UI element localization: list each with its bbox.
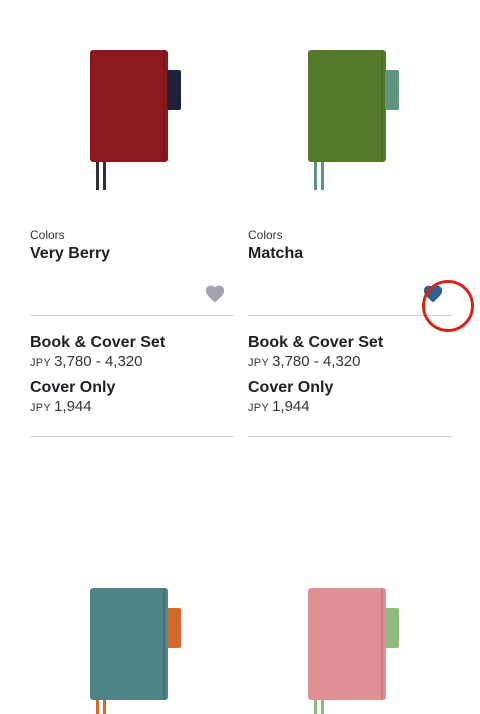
product-card[interactable]	[30, 500, 234, 714]
option-title: Book & Cover Set	[30, 334, 166, 351]
bookmark-ribbon	[321, 700, 324, 714]
product-card[interactable]: Colors Matcha Book & Cover Set JPY 3,780 …	[248, 0, 474, 437]
option-price: JPY 3,780 - 4,320	[248, 353, 361, 370]
product-category: Colors	[30, 228, 65, 242]
notebook-cover	[308, 588, 386, 700]
product-name[interactable]: Very Berry	[30, 245, 234, 265]
bookmark-ribbon	[96, 162, 99, 190]
product-card[interactable]: Colors Very Berry Book & Cover Set JPY 3,…	[30, 0, 234, 437]
bookmark-ribbon	[314, 162, 317, 190]
favorite-row	[30, 265, 234, 316]
bookmark-ribbon	[314, 700, 317, 714]
favorite-heart-icon[interactable]	[422, 280, 474, 332]
highlight-circle	[422, 280, 474, 332]
option-cover-only[interactable]: Cover Only JPY 1,944	[248, 379, 452, 416]
divider	[30, 436, 234, 437]
favorite-heart-icon[interactable]	[204, 283, 226, 305]
option-price: JPY 1,944	[248, 398, 310, 415]
option-price: JPY 3,780 - 4,320	[30, 353, 143, 370]
option-book-cover-set[interactable]: Book & Cover Set JPY 3,780 - 4,320	[30, 334, 234, 371]
pen-holder	[167, 70, 181, 110]
bookmark-ribbon	[103, 162, 106, 190]
product-image[interactable]	[30, 500, 234, 714]
pen-holder	[167, 608, 181, 648]
notebook-cover	[90, 588, 168, 700]
divider	[248, 436, 452, 437]
option-cover-only[interactable]: Cover Only JPY 1,944	[30, 379, 234, 416]
option-title: Book & Cover Set	[248, 334, 384, 351]
option-title: Cover Only	[30, 379, 116, 396]
notebook-cover	[90, 50, 168, 162]
product-image[interactable]	[248, 500, 452, 714]
bookmark-ribbon	[103, 700, 106, 714]
product-name[interactable]: Matcha	[248, 245, 452, 265]
product-image[interactable]	[30, 0, 234, 200]
option-price: JPY 1,944	[30, 398, 92, 415]
option-title: Cover Only	[248, 379, 334, 396]
product-category: Colors	[248, 228, 283, 242]
pen-holder	[385, 608, 399, 648]
favorite-row	[248, 265, 474, 332]
notebook-cover	[308, 50, 386, 162]
product-card[interactable]	[248, 500, 452, 714]
bookmark-ribbon	[321, 162, 324, 190]
option-book-cover-set[interactable]: Book & Cover Set JPY 3,780 - 4,320	[248, 334, 452, 371]
pen-holder	[385, 70, 399, 110]
bookmark-ribbon	[96, 700, 99, 714]
product-image[interactable]	[248, 0, 452, 200]
